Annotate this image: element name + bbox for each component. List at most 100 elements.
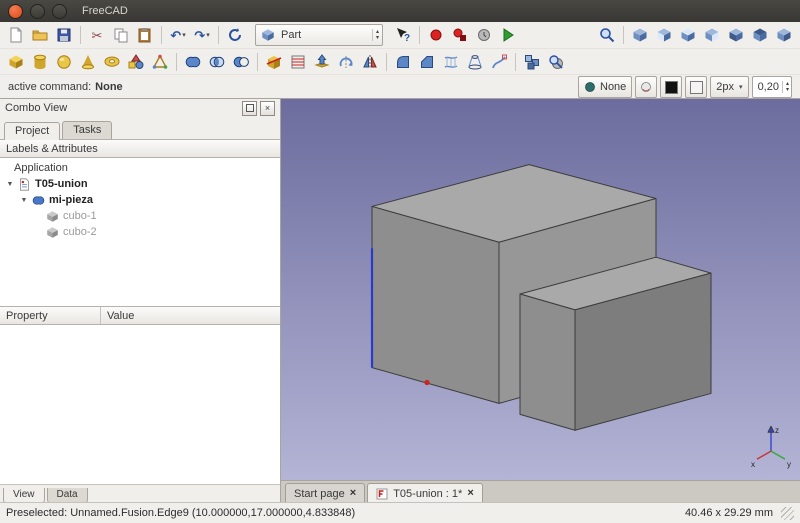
tree-label-document: T05-union [35, 178, 88, 190]
macros-dialog-button[interactable] [472, 23, 496, 47]
ruled-surface-button[interactable] [439, 50, 463, 74]
fusion-icon [32, 194, 45, 207]
whats-this-button[interactable]: ? [391, 23, 415, 47]
appearance-sphere-icon [640, 81, 652, 93]
new-file-icon [8, 27, 24, 43]
boolean-union-button[interactable] [181, 50, 205, 74]
axis-y-label: y [787, 460, 791, 469]
window-maximize-button[interactable] [52, 4, 67, 19]
workbench-value: Part [281, 29, 369, 41]
macro-stop-icon [452, 27, 468, 43]
mirror-button[interactable] [358, 50, 382, 74]
refresh-button[interactable] [223, 23, 247, 47]
cylinder-icon [32, 54, 48, 70]
part-cylinder-button[interactable] [28, 50, 52, 74]
macro-execute-button[interactable] [496, 23, 520, 47]
redo-button[interactable]: ↷▾ [190, 23, 214, 47]
tree-item-cube2[interactable]: cubo-2 [0, 224, 280, 240]
paste-button[interactable] [133, 23, 157, 47]
boolean-cut-button[interactable] [229, 50, 253, 74]
boolean-common-button[interactable] [205, 50, 229, 74]
undo-button[interactable]: ↶▾ [166, 23, 190, 47]
check-geometry-button[interactable] [544, 50, 568, 74]
compound-button[interactable] [520, 50, 544, 74]
section-button[interactable] [262, 50, 286, 74]
draw-style-value: None [600, 81, 626, 93]
close-icon: × [265, 104, 270, 113]
macro-stop-button[interactable] [448, 23, 472, 47]
view-right-button[interactable] [700, 23, 724, 47]
rear-view-cube-icon [728, 27, 744, 43]
tab-document[interactable]: T05-union : 1* × [367, 483, 483, 503]
highlighted-vertex[interactable] [424, 380, 429, 385]
view-top-button[interactable] [676, 23, 700, 47]
tree-item-application[interactable]: Application [0, 160, 280, 176]
view-front-button[interactable] [652, 23, 676, 47]
spin-arrows[interactable]: ▴▾ [782, 81, 789, 93]
tree-label-cube2: cubo-2 [63, 226, 97, 238]
open-document-button[interactable] [28, 23, 52, 47]
view-left-button[interactable] [772, 23, 796, 47]
cross-sections-button[interactable] [286, 50, 310, 74]
close-icon[interactable]: × [350, 488, 356, 499]
point-size-spinbox[interactable]: 0,20 ▴▾ [752, 76, 792, 98]
toolbar-separator [80, 26, 81, 44]
macros-dialog-icon [476, 27, 492, 43]
tab-start-page[interactable]: Start page × [285, 483, 365, 503]
part-torus-button[interactable] [100, 50, 124, 74]
model-slab-front-face[interactable] [520, 294, 575, 430]
expander-icon[interactable]: ▼ [6, 181, 14, 188]
macro-record-button[interactable] [424, 23, 448, 47]
cube-icon [46, 210, 59, 223]
window-close-button[interactable] [8, 4, 23, 19]
workbench-selector[interactable]: Part ▴▾ [255, 24, 383, 46]
copy-button[interactable] [109, 23, 133, 47]
window-minimize-button[interactable] [30, 4, 45, 19]
axis-x-label: x [751, 460, 755, 469]
tab-tasks[interactable]: Tasks [62, 121, 112, 139]
appearance-button[interactable] [635, 76, 657, 98]
resize-grip[interactable] [781, 507, 794, 520]
dock-float-button[interactable] [242, 101, 257, 116]
expander-icon[interactable]: ▼ [20, 197, 28, 204]
sweep-button[interactable] [487, 50, 511, 74]
view-rear-button[interactable] [724, 23, 748, 47]
refresh-icon [227, 27, 243, 43]
shape-builder-button[interactable] [148, 50, 172, 74]
loft-button[interactable] [463, 50, 487, 74]
part-primitives-button[interactable] [124, 50, 148, 74]
new-document-button[interactable] [4, 23, 28, 47]
line-width-select[interactable]: 2px ▾ [710, 76, 748, 98]
save-document-button[interactable] [52, 23, 76, 47]
compound-icon [524, 54, 540, 70]
view-axonometric-button[interactable] [628, 23, 652, 47]
tree-item-cube1[interactable]: cubo-1 [0, 208, 280, 224]
tab-data[interactable]: Data [47, 488, 88, 503]
tab-project[interactable]: Project [4, 122, 60, 140]
view-bottom-button[interactable] [748, 23, 772, 47]
tree-item-document[interactable]: ▼ T05-union [0, 176, 280, 192]
undo-icon: ↶ [170, 29, 181, 42]
sphere-icon [56, 54, 72, 70]
cut-icon: ✂ [92, 29, 103, 42]
extrude-button[interactable] [310, 50, 334, 74]
part-sphere-button[interactable] [52, 50, 76, 74]
face-color-swatch[interactable] [660, 76, 682, 98]
part-cone-button[interactable] [76, 50, 100, 74]
tab-view[interactable]: View [3, 488, 45, 503]
3d-scene[interactable]: x y z [281, 99, 800, 480]
zoom-fit-button[interactable] [595, 23, 619, 47]
cut-button[interactable]: ✂ [85, 23, 109, 47]
spin-down-icon: ▾ [376, 35, 379, 41]
revolve-button[interactable] [334, 50, 358, 74]
dock-close-button[interactable]: × [260, 101, 275, 116]
draw-style-button[interactable]: None [578, 76, 632, 98]
3d-viewport[interactable]: x y z [281, 99, 800, 480]
draw-style-group: None 2px ▾ 0,20 ▴▾ [578, 76, 792, 98]
tree-item-fusion[interactable]: ▼ mi-pieza [0, 192, 280, 208]
fillet-button[interactable] [391, 50, 415, 74]
chamfer-button[interactable] [415, 50, 439, 74]
close-icon[interactable]: × [467, 488, 473, 499]
line-color-swatch[interactable] [685, 76, 707, 98]
part-box-button[interactable] [4, 50, 28, 74]
